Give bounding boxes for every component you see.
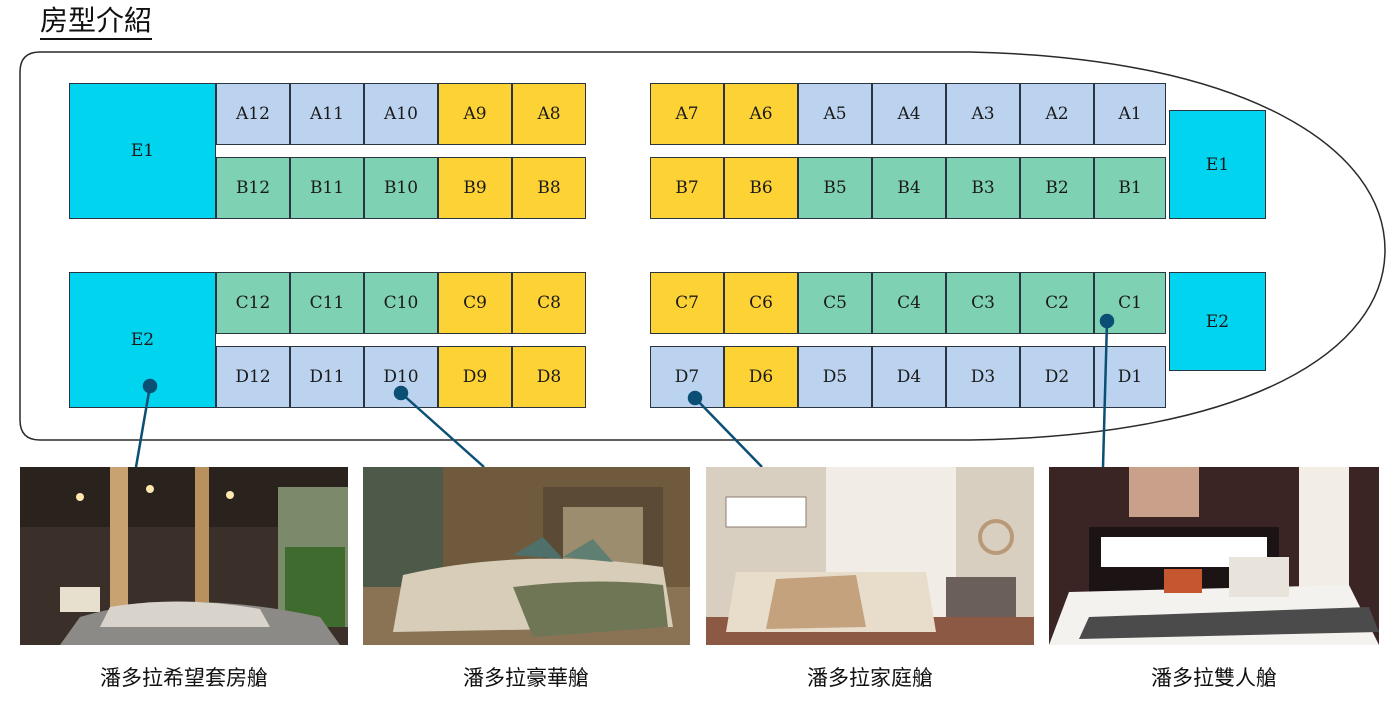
deluxe-room-photo: [363, 467, 690, 645]
family-room-caption: 潘多拉家庭艙: [807, 666, 933, 690]
suite-room-caption: 潘多拉希望套房艙: [100, 666, 268, 690]
pointer-line-twin: [1101, 320, 1109, 468]
pointer-line-family: [694, 397, 763, 468]
family-room-photo: [706, 467, 1034, 645]
pointer-dot-twin: [1099, 313, 1115, 329]
pointer-dot-family: [687, 390, 703, 406]
deluxe-room-caption: 潘多拉豪華艙: [463, 666, 589, 690]
suite-room-photo: [20, 467, 348, 645]
pointer-dot-suite: [142, 378, 158, 394]
pointer-dot-deluxe: [393, 385, 409, 401]
twin-room-photo: [1049, 467, 1379, 645]
pointer-line-deluxe: [400, 392, 485, 468]
twin-room-caption: 潘多拉雙人艙: [1151, 666, 1277, 690]
pointer-line-suite: [134, 385, 152, 468]
